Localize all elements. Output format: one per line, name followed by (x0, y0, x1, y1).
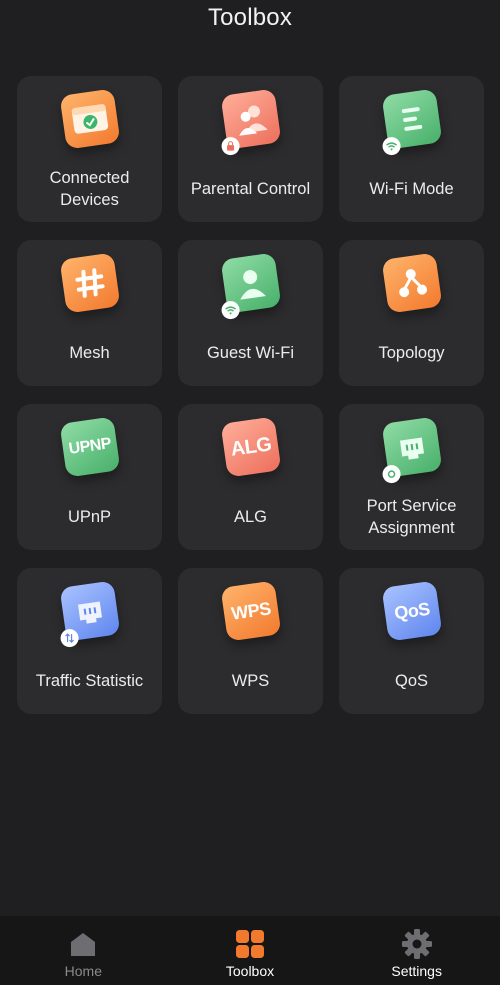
bottom-tab-bar: Home Toolbox Settings (0, 916, 500, 985)
tab-label: Toolbox (225, 963, 275, 979)
tile-label: Port Service Assignment (366, 497, 457, 537)
toolbox-grid: Connected Devices Parental Control Wi-Fi… (17, 76, 484, 714)
tile-label: Topology (378, 344, 445, 362)
arrows-badge-icon (60, 629, 79, 648)
tab-label: Home (64, 963, 103, 979)
guest-wifi-icon (220, 252, 281, 320)
tile-label: QoS (394, 672, 429, 690)
tile-alg[interactable]: ALG ALG (178, 404, 323, 550)
toolbox-grid-icon (234, 928, 266, 960)
tile-label: Mesh (69, 344, 110, 362)
tile-label: Parental Control (190, 180, 311, 198)
wifi-mode-icon (381, 88, 442, 156)
wps-icon: WPS (220, 580, 281, 642)
qos-icon: QoS (381, 580, 442, 642)
icon-text: ALG (228, 432, 273, 461)
port-service-icon (381, 416, 442, 484)
traffic-statistic-icon (59, 580, 120, 648)
tab-settings[interactable]: Settings (333, 916, 500, 985)
tile-label: Wi-Fi Mode (369, 180, 454, 198)
wifi-badge-icon (221, 301, 240, 320)
tile-mesh[interactable]: Mesh (17, 240, 162, 386)
tile-label: Traffic Statistic (35, 672, 144, 690)
tile-connected-devices[interactable]: Connected Devices (17, 76, 162, 222)
alg-icon: ALG (220, 416, 281, 478)
upnp-icon: UPNP (59, 416, 120, 478)
tab-label: Settings (391, 963, 442, 979)
tile-label: Guest Wi-Fi (206, 344, 295, 362)
tile-topology[interactable]: Topology (339, 240, 484, 386)
tile-traffic-statistic[interactable]: Traffic Statistic (17, 568, 162, 714)
parental-control-icon (220, 88, 281, 156)
home-icon (67, 928, 99, 960)
page-title: Toolbox (207, 4, 293, 31)
tile-label: WPS (231, 672, 270, 690)
icon-text: QoS (392, 598, 431, 623)
icon-text: UPNP (67, 435, 112, 458)
mesh-icon (59, 252, 120, 314)
lock-badge-icon (221, 137, 240, 156)
link-badge-icon (382, 465, 401, 484)
tile-label: ALG (233, 508, 268, 526)
tab-toolbox[interactable]: Toolbox (167, 916, 334, 985)
topology-icon (381, 252, 442, 314)
tile-guest-wifi[interactable]: Guest Wi-Fi (178, 240, 323, 386)
tile-parental-control[interactable]: Parental Control (178, 76, 323, 222)
tile-label: UPnP (67, 508, 112, 526)
tile-port-service-assignment[interactable]: Port Service Assignment (339, 404, 484, 550)
tile-wifi-mode[interactable]: Wi-Fi Mode (339, 76, 484, 222)
tile-label: Connected Devices (49, 169, 130, 209)
tile-upnp[interactable]: UPNP UPnP (17, 404, 162, 550)
gear-icon (401, 928, 433, 960)
icon-text: WPS (229, 597, 272, 624)
wifi-badge-icon (382, 137, 401, 156)
connected-devices-icon (59, 88, 120, 150)
tile-wps[interactable]: WPS WPS (178, 568, 323, 714)
tile-qos[interactable]: QoS QoS (339, 568, 484, 714)
tab-home[interactable]: Home (0, 916, 167, 985)
